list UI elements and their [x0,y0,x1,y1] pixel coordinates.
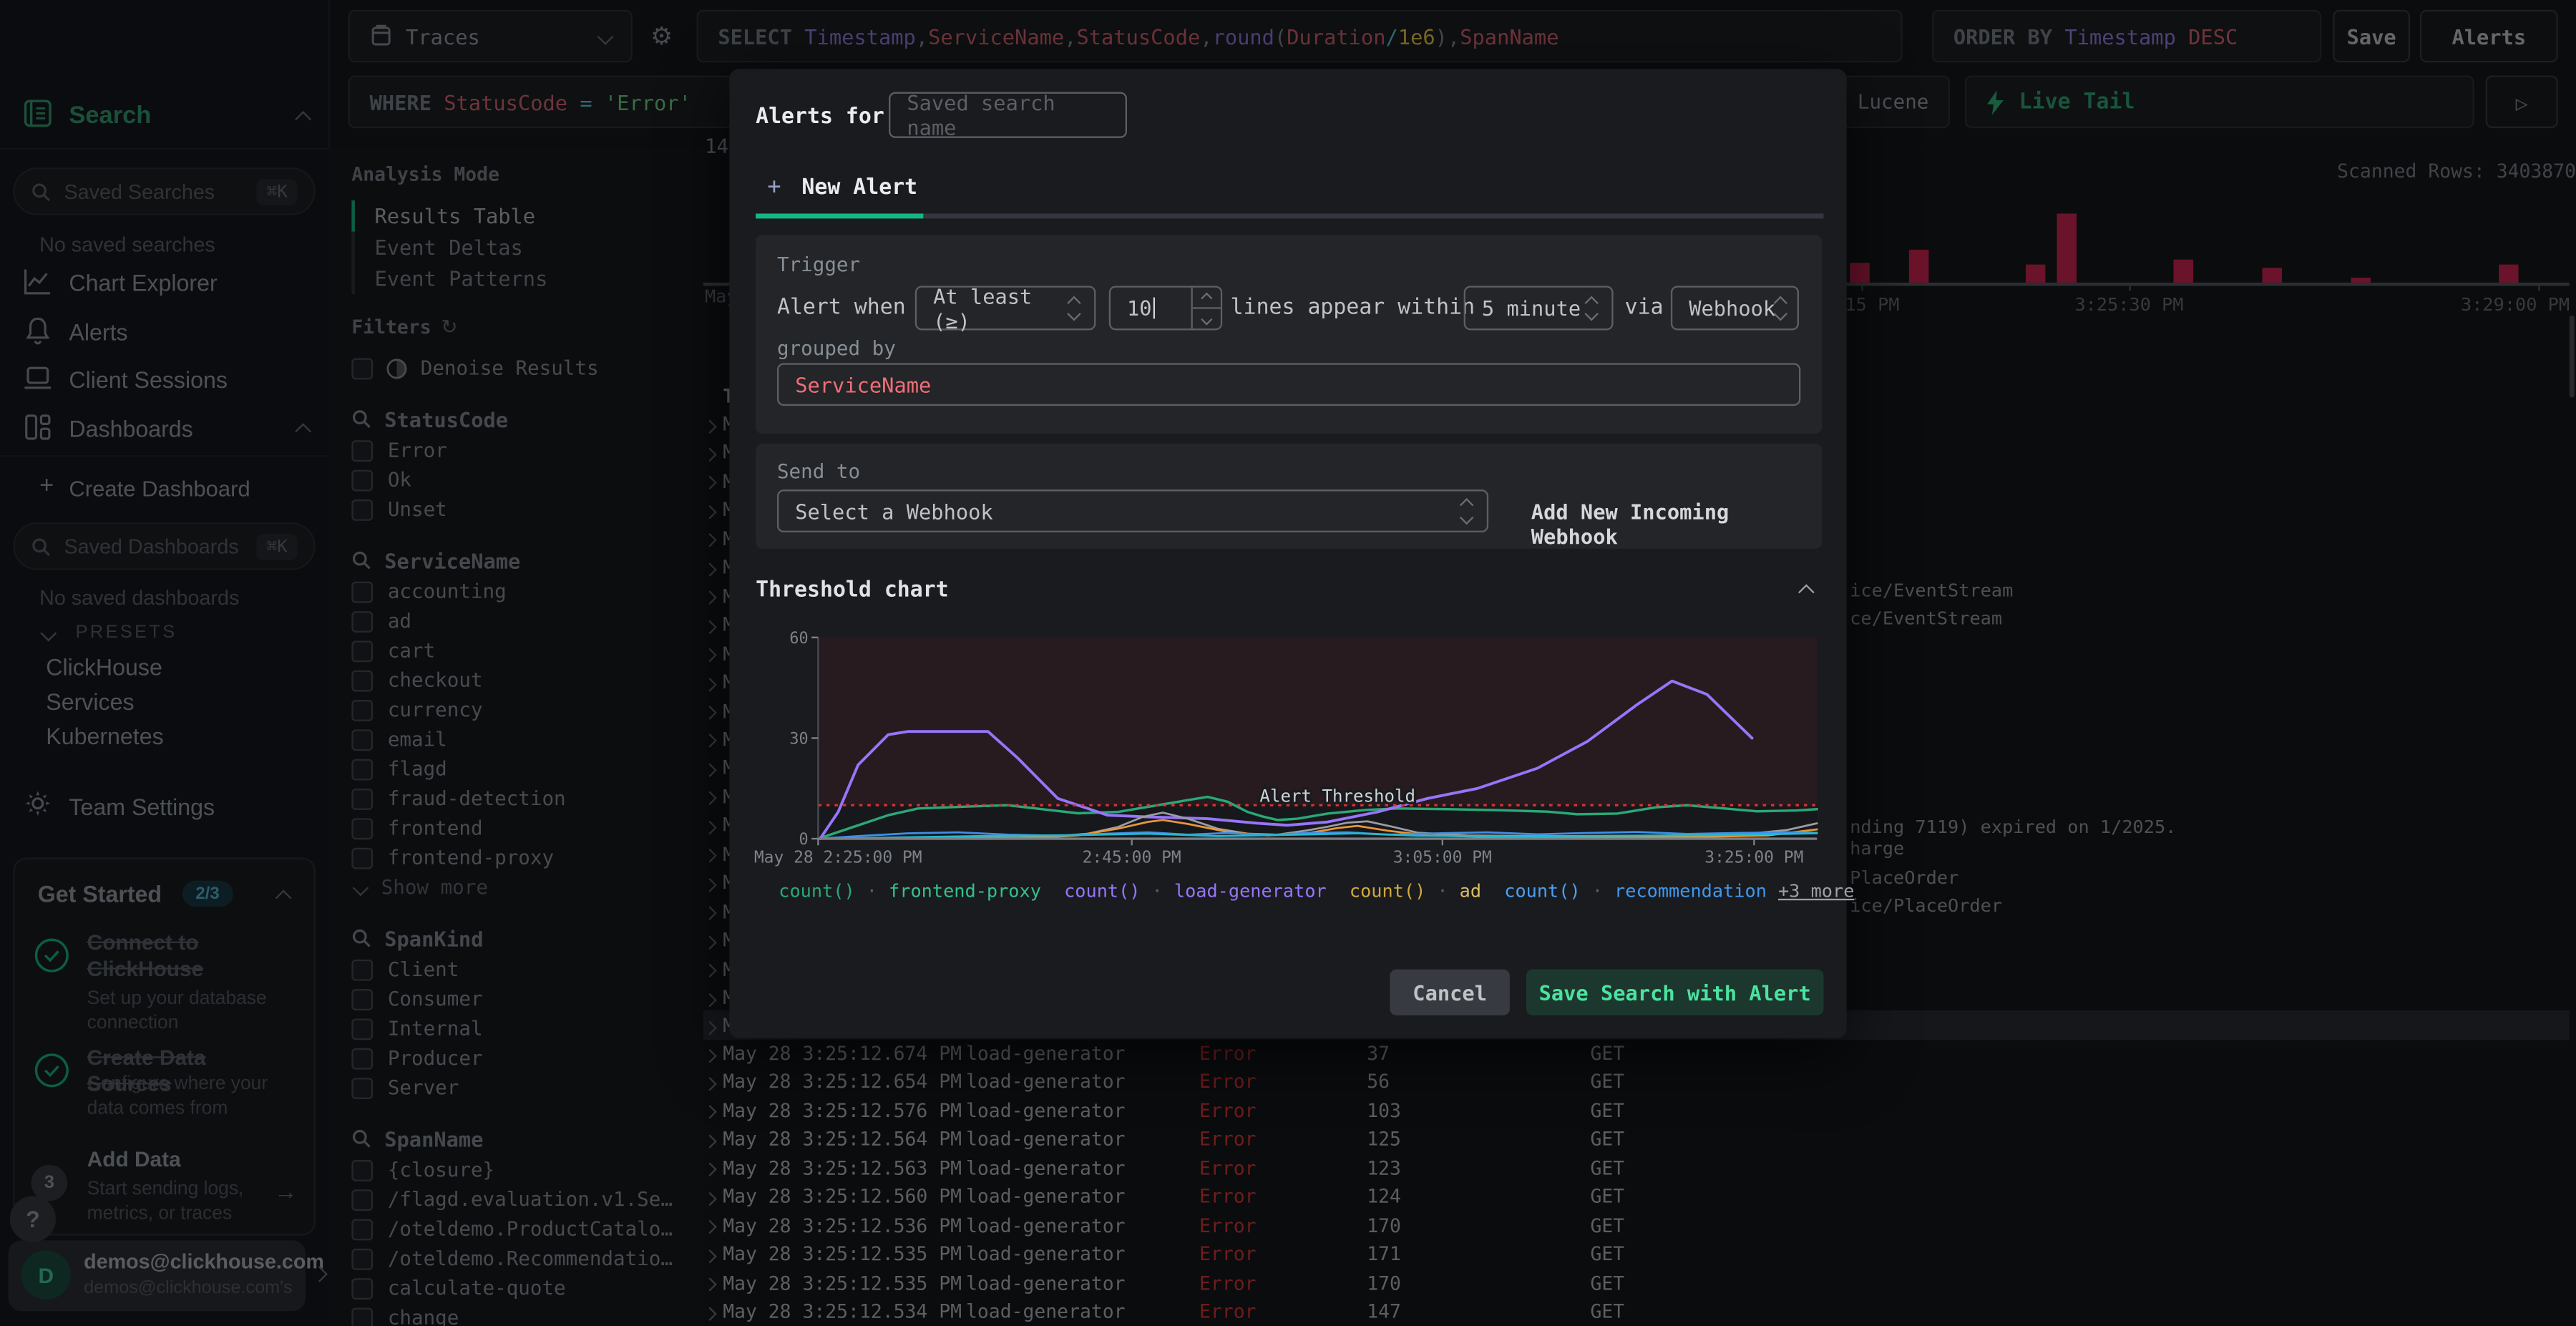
legend-group-label: recommendation [1614,880,1767,902]
number-stepper[interactable] [1191,287,1221,329]
trigger-label: Trigger [776,253,861,276]
select-chevrons-icon [1584,296,1597,320]
legend-series-label: count() [779,880,855,902]
send-to-panel: Send to Select a Webhook Add New Incomin… [756,443,1823,549]
select-chevrons-icon [1459,499,1473,523]
legend-group-label: ad [1459,880,1482,902]
group-by-input[interactable]: ServiceName [776,363,1801,406]
add-webhook-button[interactable]: Add New Incoming Webhook [1531,499,1822,549]
legend-more-button[interactable]: +3 more [1778,881,1854,902]
via-label: via [1624,296,1664,321]
cancel-button[interactable]: Cancel [1390,969,1510,1015]
modal-title: Alerts for [756,104,884,130]
tab-underline-active [756,213,924,218]
threshold-chart-legend: count() · frontend-proxy count() · load-gener… [779,880,1855,902]
threshold-chart: 0 30 60 May 28 2:25:00 PM 2:45:00 PM 3:05:00 … [754,630,1822,874]
select-chevrons-icon [1066,296,1080,320]
channel-select[interactable]: Webhook [1670,286,1800,331]
legend-group-label: load-generator [1174,880,1327,902]
alert-modal: Alerts for Saved search name + New Alert… [729,69,1855,1039]
svg-text:2:45:00 PM: 2:45:00 PM [1083,848,1181,867]
select-chevrons-icon [1773,296,1787,320]
threshold-value-input[interactable]: 10 [1108,286,1223,331]
legend-series-label: count() [1504,880,1581,902]
webhook-select[interactable]: Select a Webhook [776,489,1489,532]
interval-select[interactable]: 5 minute [1463,286,1614,331]
tab-new-alert[interactable]: New Alert [801,176,917,200]
svg-text:0: 0 [799,831,808,849]
svg-text:3:05:00 PM: 3:05:00 PM [1393,848,1492,867]
alert-when-label: Alert when [776,296,906,321]
threshold-chart-title: Threshold chart [756,578,949,603]
svg-text:3:25:00 PM: 3:25:00 PM [1704,848,1803,867]
svg-text:Alert Threshold: Alert Threshold [1259,786,1415,806]
lines-within-label: lines appear within [1230,296,1475,321]
new-alert-plus-icon: + [767,174,781,201]
grouped-by-label: grouped by [776,336,896,360]
svg-text:60: 60 [789,631,808,648]
legend-series-label: count() [1349,880,1426,902]
text-caret [1153,297,1156,319]
save-search-with-alert-button[interactable]: Save Search with Alert [1526,969,1824,1015]
send-to-label: Send to [776,459,861,484]
trigger-panel: Trigger Alert when At least (≥) 10 lines… [756,235,1823,434]
saved-search-name-input[interactable]: Saved search name [889,90,1128,140]
svg-text:30: 30 [789,730,808,748]
threshold-op-select[interactable]: At least (≥) [914,283,1096,333]
collapse-chart-chevron-icon[interactable] [1797,584,1815,601]
svg-text:May 28 2:25:00 PM: May 28 2:25:00 PM [754,848,922,867]
tab-underline-track [756,213,1824,218]
hyperdx-app: HyperDX Traces ⚙ SELECT Timestamp,Servic… [0,0,2576,1326]
legend-series-label: count() [1064,880,1141,902]
legend-group-label: frontend-proxy [889,880,1041,902]
